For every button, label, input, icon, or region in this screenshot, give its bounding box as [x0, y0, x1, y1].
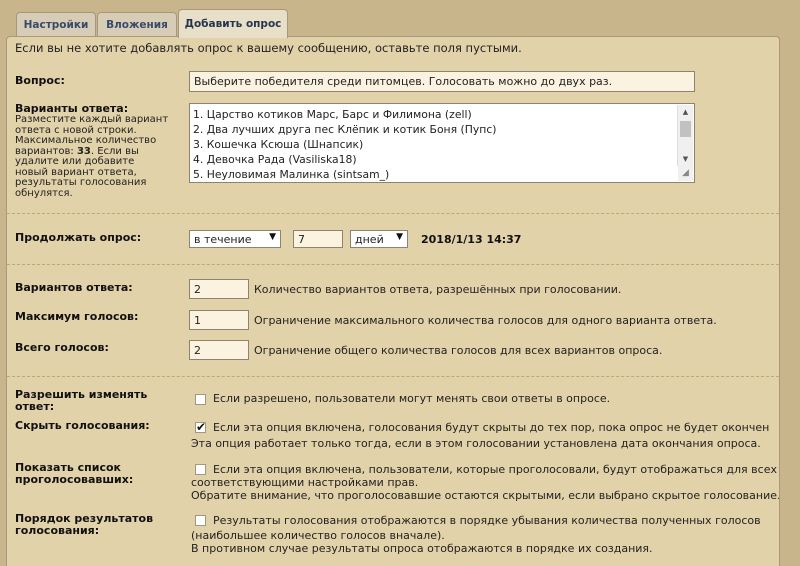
- duration-mode-select[interactable]: в течение ▼: [189, 230, 281, 248]
- options-hint: Разместите каждый вариант ответа с новой…: [15, 114, 169, 199]
- max-answers-label: Вариантов ответа:: [15, 281, 133, 294]
- chevron-down-icon: ▼: [396, 232, 403, 242]
- max-answers-input[interactable]: 2: [189, 279, 249, 299]
- scroll-thumb[interactable]: [680, 121, 691, 137]
- option-line: 4. Девочка Рада (Vasiliska18): [193, 153, 357, 166]
- max-answers-desc: Количество вариантов ответа, разрешённых…: [254, 283, 622, 296]
- allow-change-checkbox[interactable]: [195, 394, 206, 405]
- divider: [7, 376, 779, 377]
- options-scrollbar[interactable]: ▲ ▼: [677, 105, 693, 166]
- options-textarea[interactable]: 1. Царство котиков Марс, Барс и Филимона…: [189, 103, 695, 183]
- hide-votes-checkbox[interactable]: ✔: [195, 421, 206, 433]
- max-votes-input[interactable]: 1: [189, 310, 249, 330]
- allow-change-label: Разрешить изменять ответ:: [15, 388, 148, 413]
- option-line: 2. Два лучших друга пес Клёпик и котик Б…: [193, 123, 497, 136]
- total-votes-desc: Ограничение общего количества голосов дл…: [254, 344, 663, 357]
- allow-change-desc: Если разрешено, пользователи могут менят…: [213, 392, 611, 405]
- tab-attachments[interactable]: Вложения: [97, 12, 177, 37]
- option-line: 5. Неуловимая Малинка (sintsam_): [193, 168, 390, 181]
- question-label: Вопрос:: [15, 74, 65, 87]
- show-voters-desc: Если эта опция включена, пользователи, к…: [191, 463, 780, 502]
- question-input[interactable]: Выберите победителя среди питомцев. Голо…: [189, 71, 695, 92]
- max-votes-label: Максимум голосов:: [15, 310, 139, 323]
- option-line: 3. Кошечка Ксюша (Шнапсик): [193, 138, 364, 151]
- show-voters-checkbox[interactable]: [195, 464, 206, 475]
- hide-votes-label: Скрыть голосования:: [15, 419, 150, 432]
- intro-text: Если вы не хотите добавлять опрос к ваше…: [15, 41, 522, 55]
- results-order-checkbox[interactable]: [195, 515, 206, 526]
- divider: [7, 264, 779, 265]
- hide-votes-desc: Если эта опция включена, голосования буд…: [191, 421, 770, 450]
- poll-end-date: 2018/1/13 14:37: [421, 233, 522, 246]
- scroll-up-icon[interactable]: ▲: [678, 105, 693, 119]
- duration-unit-select[interactable]: дней ▼: [350, 230, 408, 248]
- results-order-desc: Результаты голосования отображаются в по…: [191, 514, 761, 555]
- total-votes-label: Всего голосов:: [15, 341, 109, 354]
- tab-add-poll[interactable]: Добавить опрос: [178, 9, 288, 38]
- scroll-down-icon[interactable]: ▼: [678, 152, 693, 166]
- duration-label: Продолжать опрос:: [15, 231, 142, 244]
- poll-panel: Если вы не хотите добавлять опрос к ваше…: [6, 36, 780, 566]
- duration-amount-input[interactable]: 7: [293, 230, 343, 248]
- results-order-label: Порядок результатов голосования:: [15, 512, 154, 537]
- resize-grip-icon[interactable]: ◢: [678, 166, 693, 181]
- tab-settings[interactable]: Настройки: [16, 12, 96, 37]
- chevron-down-icon: ▼: [269, 232, 276, 242]
- show-voters-label: Показать список проголосовавших:: [15, 461, 134, 486]
- option-line: 1. Царство котиков Марс, Барс и Филимона…: [193, 108, 472, 121]
- max-votes-desc: Ограничение максимального количества гол…: [254, 314, 717, 327]
- divider: [7, 213, 779, 214]
- total-votes-input[interactable]: 2: [189, 340, 249, 360]
